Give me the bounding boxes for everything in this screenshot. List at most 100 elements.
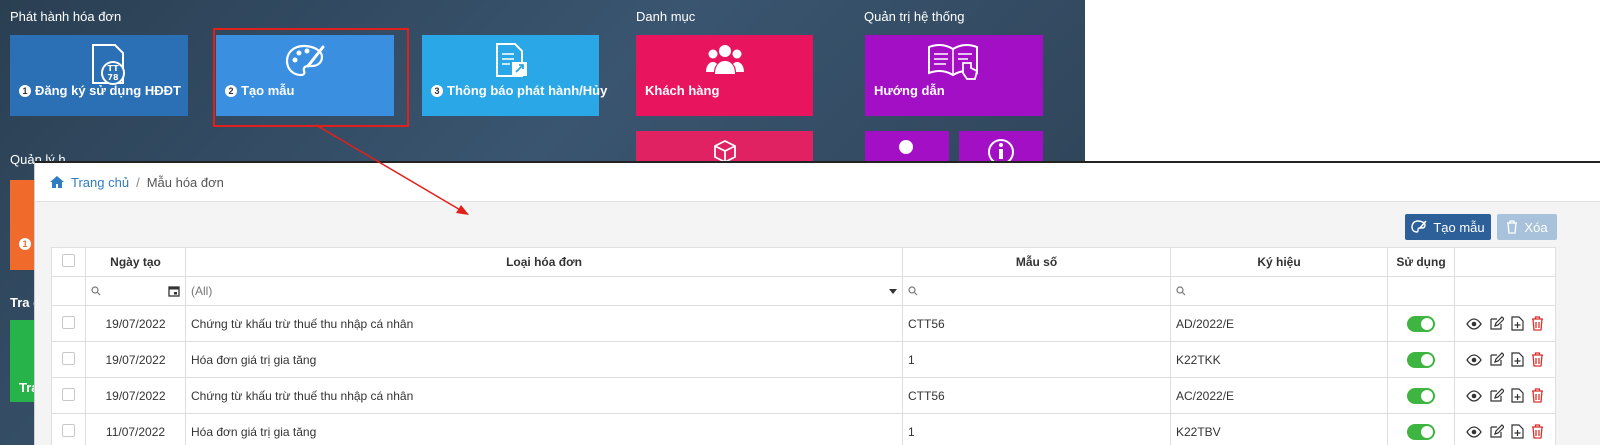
tile-customer[interactable]: Khách hàng bbox=[636, 35, 813, 116]
filter-date[interactable] bbox=[85, 276, 186, 306]
search-icon bbox=[1176, 286, 1186, 296]
row-checkbox[interactable] bbox=[62, 387, 75, 401]
tile-number: 1 bbox=[19, 85, 31, 97]
cell-date: 19/07/2022 bbox=[85, 341, 186, 378]
filter-type-value: (All) bbox=[191, 284, 213, 298]
row-checkbox[interactable] bbox=[62, 315, 75, 329]
tile-number: 3 bbox=[431, 85, 443, 97]
eye-icon[interactable] bbox=[1466, 317, 1482, 330]
svg-text:TT: TT bbox=[107, 64, 119, 73]
edit-icon[interactable] bbox=[1489, 424, 1504, 439]
trash-icon[interactable] bbox=[1531, 316, 1544, 331]
trash-icon[interactable] bbox=[1531, 352, 1544, 367]
table-row[interactable]: 19/07/2022 Hóa đơn giá trị gia tăng 1 K22TK… bbox=[51, 341, 1556, 378]
cell-date: 11/07/2022 bbox=[85, 413, 186, 445]
users-icon bbox=[706, 45, 744, 74]
section-title-admin: Quản trị hệ thống bbox=[864, 9, 965, 24]
section-title-catalog: Danh mục bbox=[636, 9, 696, 24]
filter-symbol[interactable] bbox=[1170, 276, 1388, 306]
cell-symbol: K22TKK bbox=[1170, 341, 1388, 378]
cell-type: Hóa đơn giá trị gia tăng bbox=[185, 413, 903, 445]
use-toggle[interactable] bbox=[1407, 387, 1435, 404]
delete-label: Xóa bbox=[1524, 219, 1548, 235]
cell-use bbox=[1387, 341, 1455, 378]
section-title-issue: Phát hành hóa đơn bbox=[10, 9, 122, 24]
trash-icon[interactable] bbox=[1531, 388, 1544, 403]
copy-file-icon[interactable] bbox=[1511, 424, 1524, 439]
palette-icon bbox=[1411, 220, 1427, 233]
row-select-cell[interactable] bbox=[51, 305, 86, 342]
cell-symbol: AD/2022/E bbox=[1170, 305, 1388, 342]
tile-register[interactable]: TT 78 1 Đăng ký sử dụng HĐĐT bbox=[10, 35, 188, 116]
cell-form: 1 bbox=[902, 413, 1171, 445]
cell-use bbox=[1387, 305, 1455, 342]
row-select-cell[interactable] bbox=[51, 413, 86, 445]
cell-form: 1 bbox=[902, 341, 1171, 378]
cell-form: CTT56 bbox=[902, 377, 1171, 414]
use-toggle[interactable] bbox=[1407, 315, 1435, 332]
breadcrumb-home[interactable]: Trang chủ bbox=[49, 175, 129, 190]
column-header-symbol[interactable]: Ký hiệu bbox=[1170, 247, 1388, 277]
caret-down-icon[interactable] bbox=[889, 288, 897, 294]
filter-type[interactable]: (All) bbox=[185, 276, 903, 306]
use-toggle[interactable] bbox=[1407, 423, 1435, 440]
cell-date: 19/07/2022 bbox=[85, 305, 186, 342]
column-header-form[interactable]: Mẫu số bbox=[902, 247, 1171, 277]
calendar-icon[interactable] bbox=[168, 285, 180, 297]
edit-icon[interactable] bbox=[1489, 352, 1504, 367]
select-all-checkbox[interactable] bbox=[62, 254, 75, 267]
screenshot-stage: Phát hành hóa đơn Danh mục Quản trị hệ t… bbox=[0, 0, 1600, 445]
row-checkbox[interactable] bbox=[62, 423, 75, 437]
tile-label-guide: Hướng dẫn bbox=[874, 83, 945, 98]
highlight-box bbox=[213, 28, 409, 127]
filter-empty bbox=[51, 276, 86, 306]
filter-use bbox=[1387, 276, 1455, 306]
row-checkbox[interactable] bbox=[62, 351, 75, 365]
cell-actions bbox=[1454, 305, 1556, 342]
eye-icon[interactable] bbox=[1466, 353, 1482, 366]
trash-icon[interactable] bbox=[1531, 424, 1544, 439]
filter-actions bbox=[1454, 276, 1556, 306]
filter-row: (All) bbox=[51, 276, 1556, 306]
trash-icon bbox=[1507, 220, 1518, 234]
copy-file-icon[interactable] bbox=[1511, 352, 1524, 367]
tile-notice[interactable]: 3 Thông báo phát hành/Hủy bbox=[422, 35, 607, 116]
home-icon bbox=[50, 176, 64, 188]
breadcrumb-separator: / bbox=[136, 174, 140, 190]
invoice-template-table: Ngày tạo Loại hóa đơn Mẫu số Ký hiệu Sử … bbox=[51, 247, 1556, 445]
eye-icon[interactable] bbox=[1466, 389, 1482, 402]
column-header-actions bbox=[1454, 247, 1556, 277]
breadcrumb: Trang chủ / Mẫu hóa đơn bbox=[35, 163, 1600, 202]
row-select-cell[interactable] bbox=[51, 341, 86, 378]
table-row[interactable]: 19/07/2022 Chứng từ khấu trừ thuế thu nhậ… bbox=[51, 377, 1556, 414]
cell-symbol: K22TBV bbox=[1170, 413, 1388, 445]
breadcrumb-current: Mẫu hóa đơn bbox=[146, 174, 224, 190]
document-tt78-icon: TT 78 bbox=[92, 44, 125, 85]
tile-guide[interactable]: Hướng dẫn bbox=[865, 35, 1043, 116]
filter-form[interactable] bbox=[902, 276, 1171, 306]
cell-actions bbox=[1454, 413, 1556, 445]
copy-file-icon[interactable] bbox=[1511, 388, 1524, 403]
edit-icon[interactable] bbox=[1489, 316, 1504, 331]
svg-text:78: 78 bbox=[107, 73, 119, 82]
book-hand-icon bbox=[928, 43, 979, 80]
use-toggle[interactable] bbox=[1407, 351, 1435, 368]
column-header-date[interactable]: Ngày tạo bbox=[85, 247, 186, 277]
table-row[interactable]: 19/07/2022 Chứng từ khấu trừ thuế thu nhậ… bbox=[51, 305, 1556, 342]
eye-icon[interactable] bbox=[1466, 425, 1482, 438]
tile-number: 1 bbox=[19, 238, 31, 250]
row-select-cell[interactable] bbox=[51, 377, 86, 414]
create-template-button[interactable]: Tạo mẫu bbox=[1405, 214, 1491, 240]
cell-symbol: AC/2022/E bbox=[1170, 377, 1388, 414]
tile-label-customer: Khách hàng bbox=[645, 83, 720, 98]
table-row[interactable]: 11/07/2022 Hóa đơn giá trị gia tăng 1 K22TB… bbox=[51, 413, 1556, 445]
table-header-row: Ngày tạo Loại hóa đơn Mẫu số Ký hiệu Sử … bbox=[51, 247, 1556, 277]
column-header-use[interactable]: Sử dụng bbox=[1387, 247, 1455, 277]
select-all-cell[interactable] bbox=[51, 247, 86, 277]
search-icon bbox=[91, 286, 101, 296]
column-header-type[interactable]: Loại hóa đơn bbox=[185, 247, 903, 277]
edit-icon[interactable] bbox=[1489, 388, 1504, 403]
delete-button[interactable]: Xóa bbox=[1497, 214, 1557, 240]
create-template-label: Tạo mẫu bbox=[1433, 219, 1485, 235]
copy-file-icon[interactable] bbox=[1511, 316, 1524, 331]
